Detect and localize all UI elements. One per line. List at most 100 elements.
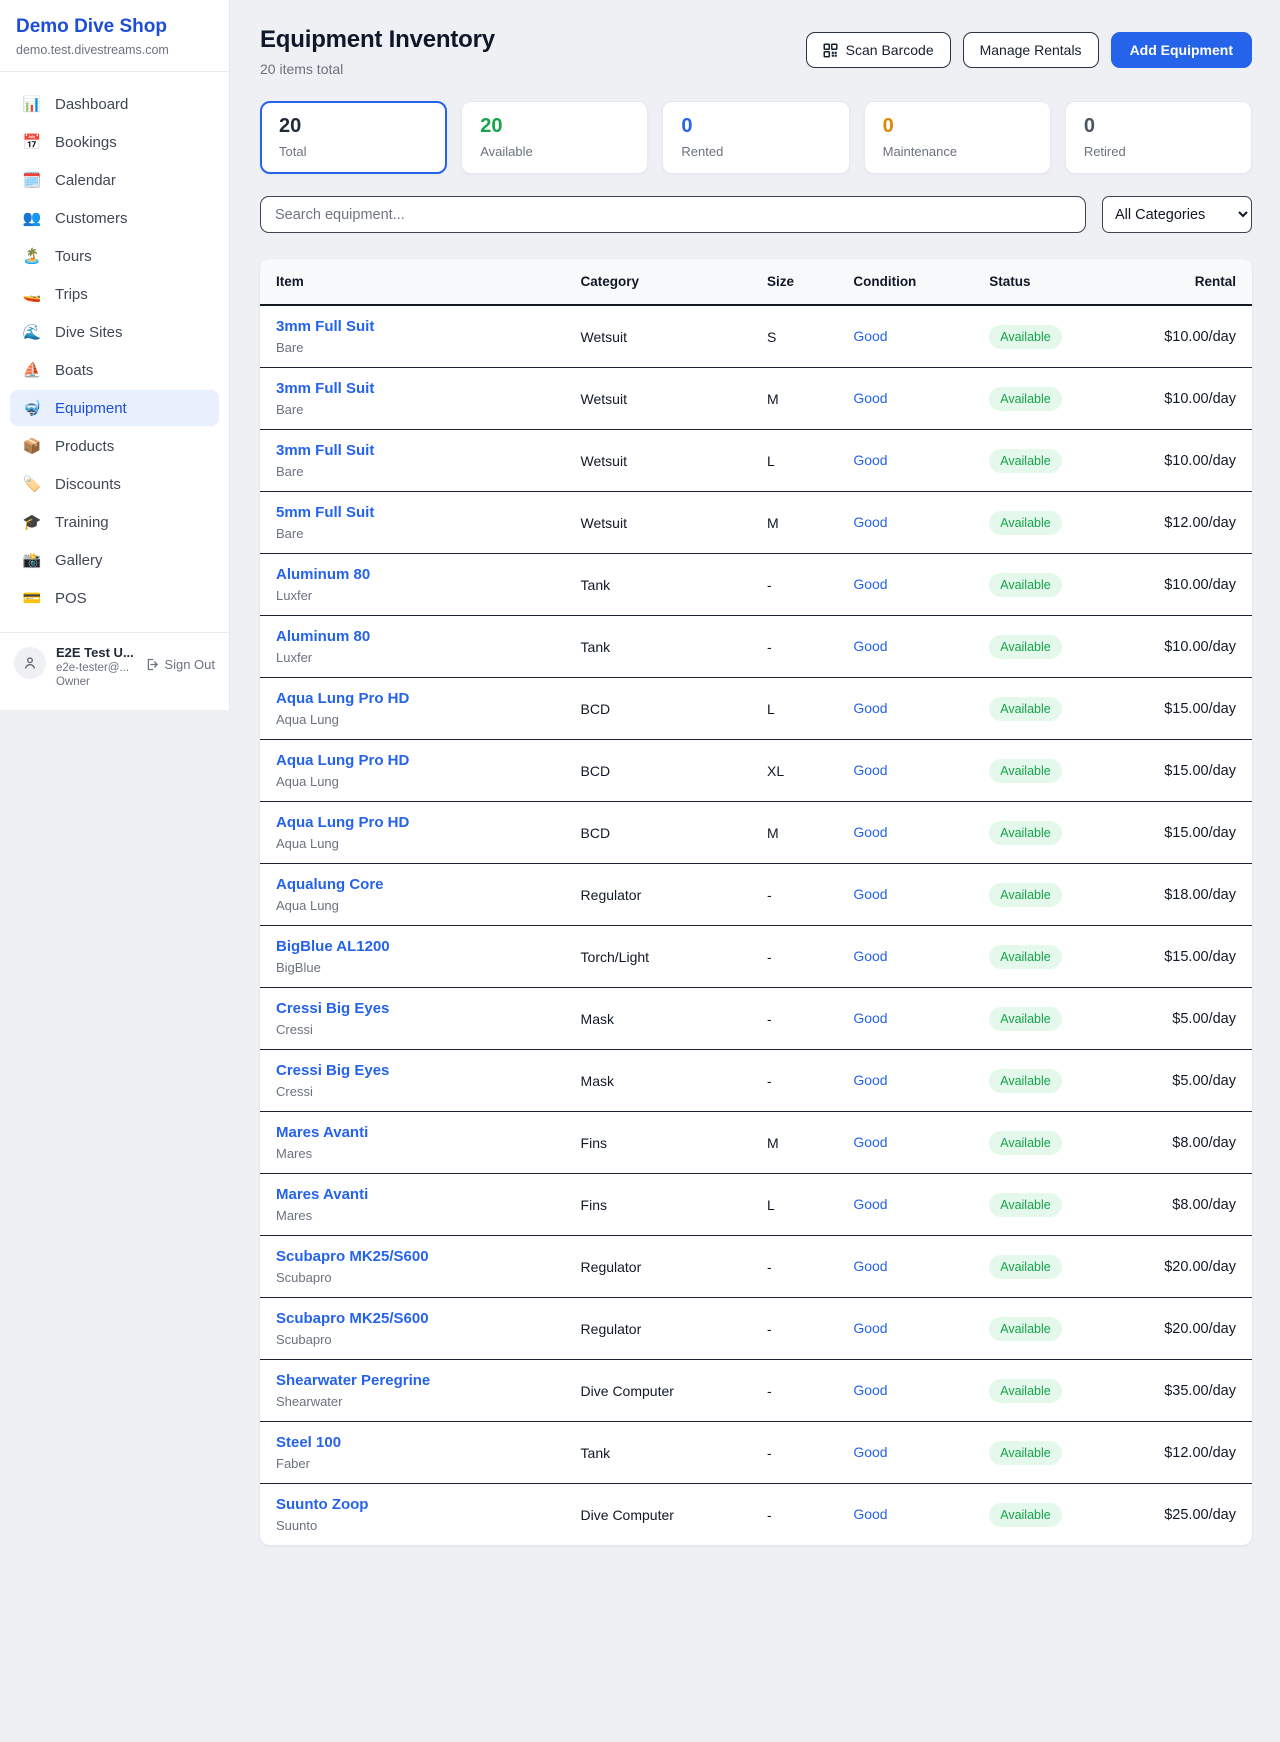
item-condition-link[interactable]: Good [853, 1010, 887, 1026]
brand: Demo Dive Shop demo.test.divestreams.com [0, 0, 229, 71]
item-name-link[interactable]: Aluminum 80 [276, 566, 549, 583]
sidebar-item-gallery[interactable]: 📸 Gallery [10, 542, 219, 578]
item-brand: Mares [276, 1208, 549, 1223]
item-name-link[interactable]: Mares Avanti [276, 1124, 549, 1141]
dashboard-icon: 📊 [22, 95, 42, 113]
item-size: S [751, 305, 837, 368]
item-name-link[interactable]: Scubapro MK25/S600 [276, 1310, 549, 1327]
item-category: Wetsuit [565, 368, 751, 430]
sidebar-item-label: Equipment [55, 400, 127, 417]
item-condition-link[interactable]: Good [853, 1072, 887, 1088]
item-name-link[interactable]: Cressi Big Eyes [276, 1000, 549, 1017]
search-input[interactable] [260, 196, 1086, 233]
stat-card-retired[interactable]: 0 Retired [1065, 101, 1252, 174]
item-condition-link[interactable]: Good [853, 1506, 887, 1522]
sidebar-item-calendar[interactable]: 🗓️ Calendar [10, 162, 219, 198]
item-category: Regulator [565, 864, 751, 926]
item-rental-price: $20.00/day [1146, 1298, 1252, 1360]
sidebar-item-discounts[interactable]: 🏷️ Discounts [10, 466, 219, 502]
item-condition-link[interactable]: Good [853, 762, 887, 778]
user-icon [22, 655, 38, 671]
stat-card-available[interactable]: 20 Available [461, 101, 648, 174]
status-badge: Available [989, 697, 1062, 721]
item-name-link[interactable]: Scubapro MK25/S600 [276, 1248, 549, 1265]
sidebar-item-boats[interactable]: ⛵ Boats [10, 352, 219, 388]
item-rental-price: $15.00/day [1146, 678, 1252, 740]
customers-icon: 👥 [22, 209, 42, 227]
trips-icon: 🚤 [22, 285, 42, 303]
item-condition-link[interactable]: Good [853, 1196, 887, 1212]
item-name-link[interactable]: 5mm Full Suit [276, 504, 549, 521]
stat-value: 0 [883, 115, 1032, 138]
item-size: M [751, 492, 837, 554]
sidebar-item-bookings[interactable]: 📅 Bookings [10, 124, 219, 160]
sidebar-item-training[interactable]: 🎓 Training [10, 504, 219, 540]
table-row: 3mm Full Suit Bare Wetsuit L Good Availa… [260, 430, 1252, 492]
scan-barcode-button[interactable]: Scan Barcode [806, 32, 951, 68]
item-condition-link[interactable]: Good [853, 390, 887, 406]
item-name-link[interactable]: 3mm Full Suit [276, 380, 549, 397]
dive-sites-icon: 🌊 [22, 323, 42, 341]
sidebar-item-trips[interactable]: 🚤 Trips [10, 276, 219, 312]
item-condition-link[interactable]: Good [853, 1320, 887, 1336]
item-name-link[interactable]: Mares Avanti [276, 1186, 549, 1203]
item-size: - [751, 1298, 837, 1360]
item-condition-link[interactable]: Good [853, 1134, 887, 1150]
item-name-link[interactable]: Aqua Lung Pro HD [276, 752, 549, 769]
item-name-link[interactable]: Suunto Zoop [276, 1496, 549, 1513]
item-condition-link[interactable]: Good [853, 638, 887, 654]
table-row: Mares Avanti Mares Fins L Good Available… [260, 1174, 1252, 1236]
item-condition-link[interactable]: Good [853, 514, 887, 530]
item-condition-link[interactable]: Good [853, 886, 887, 902]
manage-rentals-button[interactable]: Manage Rentals [963, 32, 1099, 68]
sidebar-item-dive-sites[interactable]: 🌊 Dive Sites [10, 314, 219, 350]
item-rental-price: $10.00/day [1146, 554, 1252, 616]
item-name-link[interactable]: BigBlue AL1200 [276, 938, 549, 955]
page-header: Equipment Inventory 20 items total Scan … [260, 26, 1252, 77]
sidebar-item-tours[interactable]: 🏝️ Tours [10, 238, 219, 274]
item-condition-link[interactable]: Good [853, 576, 887, 592]
sign-out-button[interactable]: Sign Out [144, 657, 215, 672]
sidebar-item-customers[interactable]: 👥 Customers [10, 200, 219, 236]
item-condition-link[interactable]: Good [853, 948, 887, 964]
table-row: Cressi Big Eyes Cressi Mask - Good Avail… [260, 1050, 1252, 1112]
user-box: E2E Test U... e2e-tester@... Owner Sign … [0, 632, 229, 702]
stat-card-maintenance[interactable]: 0 Maintenance [864, 101, 1051, 174]
item-condition-link[interactable]: Good [853, 1258, 887, 1274]
sidebar-item-dashboard[interactable]: 📊 Dashboard [10, 86, 219, 122]
sidebar-item-products[interactable]: 📦 Products [10, 428, 219, 464]
item-condition-link[interactable]: Good [853, 452, 887, 468]
item-condition-link[interactable]: Good [853, 328, 887, 344]
item-name-link[interactable]: Aqualung Core [276, 876, 549, 893]
item-size: - [751, 554, 837, 616]
sidebar-item-equipment[interactable]: 🤿 Equipment [10, 390, 219, 426]
table-row: Shearwater Peregrine Shearwater Dive Com… [260, 1360, 1252, 1422]
item-rental-price: $5.00/day [1146, 1050, 1252, 1112]
status-badge: Available [989, 325, 1062, 349]
item-brand: Cressi [276, 1022, 549, 1037]
stats-row: 20 Total 20 Available 0 Rented 0 Mainten… [260, 101, 1252, 174]
item-name-link[interactable]: 3mm Full Suit [276, 442, 549, 459]
item-name-link[interactable]: Aqua Lung Pro HD [276, 814, 549, 831]
item-brand: Bare [276, 402, 549, 417]
item-name-link[interactable]: 3mm Full Suit [276, 318, 549, 335]
item-condition-link[interactable]: Good [853, 1382, 887, 1398]
item-name-link[interactable]: Aluminum 80 [276, 628, 549, 645]
add-equipment-button[interactable]: Add Equipment [1111, 32, 1252, 68]
item-name-link[interactable]: Shearwater Peregrine [276, 1372, 549, 1389]
item-name-link[interactable]: Steel 100 [276, 1434, 549, 1451]
item-condition-link[interactable]: Good [853, 700, 887, 716]
item-category: Fins [565, 1174, 751, 1236]
item-condition-link[interactable]: Good [853, 1444, 887, 1460]
stat-card-rented[interactable]: 0 Rented [662, 101, 849, 174]
item-brand: Aqua Lung [276, 774, 549, 789]
stat-card-total[interactable]: 20 Total [260, 101, 447, 174]
category-filter-select[interactable]: All Categories [1102, 196, 1252, 233]
item-size: - [751, 616, 837, 678]
item-size: - [751, 864, 837, 926]
sidebar-item-pos[interactable]: 💳 POS [10, 580, 219, 616]
item-category: Regulator [565, 1236, 751, 1298]
item-name-link[interactable]: Aqua Lung Pro HD [276, 690, 549, 707]
item-name-link[interactable]: Cressi Big Eyes [276, 1062, 549, 1079]
item-condition-link[interactable]: Good [853, 824, 887, 840]
